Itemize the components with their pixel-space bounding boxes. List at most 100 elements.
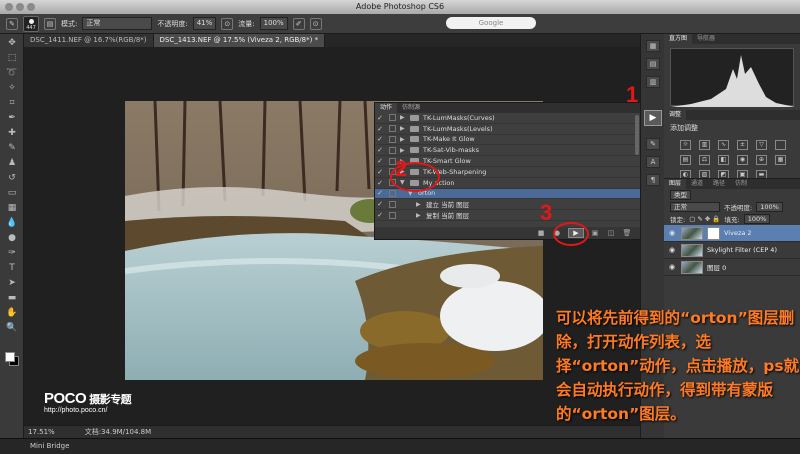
action-step-row[interactable]: ✓ ▶ 复制 当前 图层	[375, 210, 640, 221]
quick-select-tool-icon[interactable]: ✧	[5, 82, 19, 94]
blend-mode-select[interactable]: 正常	[670, 202, 720, 212]
action-set-row[interactable]: ✓ ▶ TK-Make It Glow	[375, 135, 640, 146]
tab-paths[interactable]: 路径	[708, 179, 730, 189]
tab-clone[interactable]: 仿制	[730, 179, 752, 189]
toggle-check-icon[interactable]: ✓	[375, 157, 385, 165]
dialog-toggle[interactable]	[389, 135, 396, 143]
move-tool-icon[interactable]: ✥	[5, 37, 19, 49]
dialog-toggle[interactable]	[389, 125, 396, 133]
layer-row[interactable]: ◉ Viveza 2	[664, 225, 800, 242]
toggle-check-icon[interactable]: ✓	[375, 114, 385, 122]
pen-tool-icon[interactable]: ✑	[5, 247, 19, 259]
expand-triangle-icon[interactable]: ▶	[400, 125, 410, 132]
curves-icon[interactable]: ∿	[718, 140, 729, 150]
toggle-check-icon[interactable]: ✓	[375, 179, 385, 187]
visibility-eye-icon[interactable]: ◉	[669, 229, 677, 237]
foreground-color-swatch[interactable]	[5, 352, 15, 362]
mode-select[interactable]: 正常	[82, 17, 153, 30]
zoom-level[interactable]: 17.51%	[28, 426, 55, 438]
dialog-toggle[interactable]	[389, 189, 396, 197]
tab-adjustments[interactable]: 调整	[664, 110, 687, 120]
action-set-row[interactable]: ✓ ▶ TK-LumMasks(Curves)	[375, 113, 640, 124]
toggle-check-icon[interactable]: ✓	[375, 125, 385, 133]
paragraph-panel-icon[interactable]: ¶	[646, 174, 660, 186]
crop-tool-icon[interactable]: ⌗	[5, 97, 19, 109]
actions-scrollbar[interactable]	[635, 115, 639, 155]
zoom-tool-icon[interactable]: 🔍	[5, 322, 19, 334]
layer-opacity-input[interactable]: 100%	[756, 202, 783, 212]
layer-row[interactable]: ◉ Skylight Filter (CEP 4)	[664, 242, 800, 259]
new-action-icon[interactable]: ◫	[606, 229, 616, 237]
action-step-row[interactable]: ✓ ▶ 建立 当前 图层	[375, 199, 640, 211]
history-brush-icon[interactable]: ↺	[5, 172, 19, 184]
dialog-toggle[interactable]	[389, 200, 396, 208]
type-tool-icon[interactable]: T	[5, 262, 19, 274]
brush-tool-icon[interactable]: ✎	[5, 142, 19, 154]
zoom-window-button[interactable]	[27, 3, 35, 11]
delete-icon[interactable]: 🗑	[622, 229, 632, 237]
toggle-check-icon[interactable]: ✓	[375, 146, 385, 154]
shape-tool-icon[interactable]: ▬	[5, 292, 19, 304]
gradient-tool-icon[interactable]: ▦	[5, 202, 19, 214]
brush-panel-icon[interactable]: ▤	[44, 17, 56, 30]
airbrush-icon[interactable]: ✐	[292, 17, 305, 30]
tab-layers[interactable]: 图层	[664, 179, 687, 189]
pressure-size-icon[interactable]: ⊙	[309, 17, 322, 30]
lasso-tool-icon[interactable]: ➰	[5, 67, 19, 79]
brightness-icon[interactable]: ☼	[680, 140, 691, 150]
layer-mask-thumbnail[interactable]	[707, 226, 720, 240]
visibility-eye-icon[interactable]: ◉	[669, 246, 677, 254]
expand-triangle-icon[interactable]: ▶	[416, 201, 426, 208]
toggle-check-icon[interactable]: ✓	[375, 211, 385, 219]
color-balance-icon[interactable]: ⚖	[699, 155, 710, 165]
brush-tool-icon[interactable]: ✎	[6, 17, 18, 30]
stop-icon[interactable]: ■	[536, 229, 546, 237]
visibility-eye-icon[interactable]: ◉	[669, 263, 677, 271]
healing-tool-icon[interactable]: ✚	[5, 127, 19, 139]
dodge-tool-icon[interactable]: ●	[5, 232, 19, 244]
tab-navigator[interactable]: 导航器	[692, 34, 720, 44]
toggle-check-icon[interactable]: ✓	[375, 168, 385, 176]
character-panel-icon[interactable]: A	[646, 156, 660, 168]
tab-actions[interactable]: 动作	[375, 103, 398, 113]
eyedropper-tool-icon[interactable]: ✒	[5, 112, 19, 124]
marquee-tool-icon[interactable]: ⬚	[5, 52, 19, 64]
expand-triangle-icon[interactable]: ▶	[400, 136, 410, 143]
action-set-row[interactable]: ✓ ▶ TK-Sat-Vib-masks	[375, 145, 640, 157]
path-select-tool-icon[interactable]: ➤	[5, 277, 19, 289]
tab-clone-source[interactable]: 仿制源	[397, 103, 425, 113]
color-lookup-icon[interactable]: ▦	[775, 155, 786, 165]
brush-panel-icon[interactable]: ✎	[646, 138, 660, 150]
tab-histogram[interactable]: 直方图	[664, 34, 693, 44]
blur-tool-icon[interactable]: 💧	[5, 217, 19, 229]
vibrance-icon[interactable]: ▽	[756, 140, 767, 150]
dialog-toggle[interactable]	[389, 114, 396, 122]
actions-panel-button[interactable]: ▶	[644, 110, 662, 126]
layer-row[interactable]: ◉ 图层 0	[664, 259, 800, 276]
mini-bridge-tab[interactable]: Mini Bridge	[0, 438, 800, 454]
black-white-icon[interactable]: ◧	[718, 155, 729, 165]
toggle-check-icon[interactable]: ✓	[375, 189, 385, 197]
channel-mixer-icon[interactable]: ⊕	[756, 155, 767, 165]
levels-icon[interactable]: ▥	[699, 140, 710, 150]
window-controls[interactable]	[5, 3, 35, 11]
opacity-input[interactable]: 41%	[192, 17, 217, 30]
eraser-tool-icon[interactable]: ▭	[5, 187, 19, 199]
action-set-row[interactable]: ✓ ▶ TK-LumMasks(Levels)	[375, 124, 640, 135]
hand-tool-icon[interactable]: ✋	[5, 307, 19, 319]
pressure-opacity-icon[interactable]: ⊙	[221, 17, 234, 30]
expand-triangle-icon[interactable]: ▶	[400, 114, 410, 121]
hue-saturation-icon[interactable]: ▤	[680, 155, 691, 165]
fill-input[interactable]: 100%	[743, 214, 771, 224]
exposure-icon[interactable]: ±	[737, 140, 748, 150]
toggle-check-icon[interactable]: ✓	[375, 200, 385, 208]
flow-input[interactable]: 100%	[259, 17, 288, 30]
close-window-button[interactable]	[5, 3, 13, 11]
new-set-icon[interactable]: ▣	[590, 229, 600, 237]
brush-preset-picker[interactable]: 447	[23, 15, 39, 32]
tab-channels[interactable]: 通道	[686, 179, 708, 189]
history-panel-icon[interactable]: ▦	[646, 40, 660, 52]
lock-icons[interactable]: ▢ ✎ ✥ 🔒	[689, 215, 720, 223]
toggle-check-icon[interactable]: ✓	[375, 135, 385, 143]
minimize-window-button[interactable]	[16, 3, 24, 11]
